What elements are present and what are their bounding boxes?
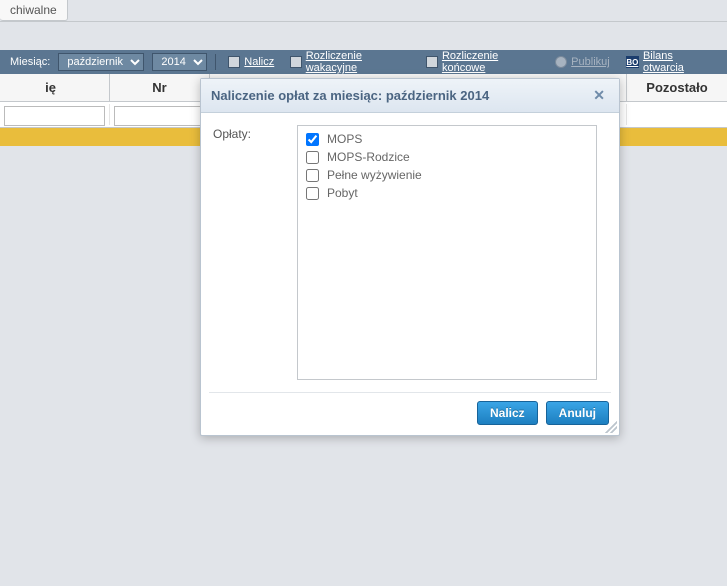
oplaty-checkbox[interactable] [306,169,319,182]
rozliczenie-wakacyjne-label: Rozliczenie wakacyjne [306,50,411,74]
dialog-title: Naliczenie opłat za miesiąc: październik… [211,88,489,103]
doc-icon [290,56,301,68]
column-ie[interactable]: ię [0,74,110,101]
oplaty-option[interactable]: Pełne wyżywienie [306,166,588,184]
bilans-otwarcia-button[interactable]: BO Bilans otwarcia [622,50,717,74]
filter-ie-input[interactable] [4,106,105,126]
bilans-label: Bilans otwarcia [643,50,713,74]
publikuj-label: Publikuj [571,56,610,68]
month-select[interactable]: październik [58,53,144,71]
nalicz-confirm-button[interactable]: Nalicz [477,401,538,425]
oplaty-checkbox[interactable] [306,133,319,146]
filter-nr-input[interactable] [114,106,205,126]
oplaty-label: Opłaty: [213,125,283,380]
column-nr[interactable]: Nr [110,74,210,101]
calc-icon [228,56,240,68]
month-label: Miesiąc: [10,56,50,68]
eye-icon [555,56,567,68]
spacer [0,22,727,50]
oplaty-option-label: MOPS [327,132,362,146]
oplaty-listbox[interactable]: MOPS MOPS-Rodzice Pełne wyżywienie Pobyt [297,125,597,380]
close-icon[interactable]: ✕ [589,87,609,104]
year-select[interactable]: 2014 [152,53,207,71]
nalicz-button[interactable]: Nalicz [224,56,278,68]
bo-icon: BO [626,56,639,68]
dialog-titlebar: Naliczenie opłat za miesiąc: październik… [201,79,619,113]
rozliczenie-koncowe-button[interactable]: Rozliczenie końcowe [422,50,543,74]
tab-strip: chiwalne [0,0,727,22]
oplaty-option[interactable]: Pobyt [306,184,588,202]
toolbar: Miesiąc: październik 2014 Nalicz Rozlicz… [0,50,727,74]
dialog-body: Opłaty: MOPS MOPS-Rodzice Pełne wyżywienie… [201,113,619,392]
resize-grip[interactable] [605,421,617,433]
rozliczenie-koncowe-label: Rozliczenie końcowe [442,50,539,74]
publikuj-button[interactable]: Publikuj [551,56,614,68]
nalicz-dialog: Naliczenie opłat za miesiąc: październik… [200,78,620,436]
oplaty-checkbox[interactable] [306,187,319,200]
rozliczenie-wakacyjne-button[interactable]: Rozliczenie wakacyjne [286,50,414,74]
anuluj-button[interactable]: Anuluj [546,401,609,425]
dialog-footer: Nalicz Anuluj [201,393,619,435]
oplaty-option-label: Pełne wyżywienie [327,168,422,182]
oplaty-option[interactable]: MOPS-Rodzice [306,148,588,166]
nalicz-label: Nalicz [244,56,274,68]
doc-icon [426,56,437,68]
separator [215,54,216,70]
column-pozostalo[interactable]: Pozostało [627,74,727,101]
tab-archived[interactable]: chiwalne [0,0,68,21]
oplaty-option-label: Pobyt [327,186,358,200]
oplaty-option-label: MOPS-Rodzice [327,150,410,164]
oplaty-checkbox[interactable] [306,151,319,164]
oplaty-option[interactable]: MOPS [306,130,588,148]
